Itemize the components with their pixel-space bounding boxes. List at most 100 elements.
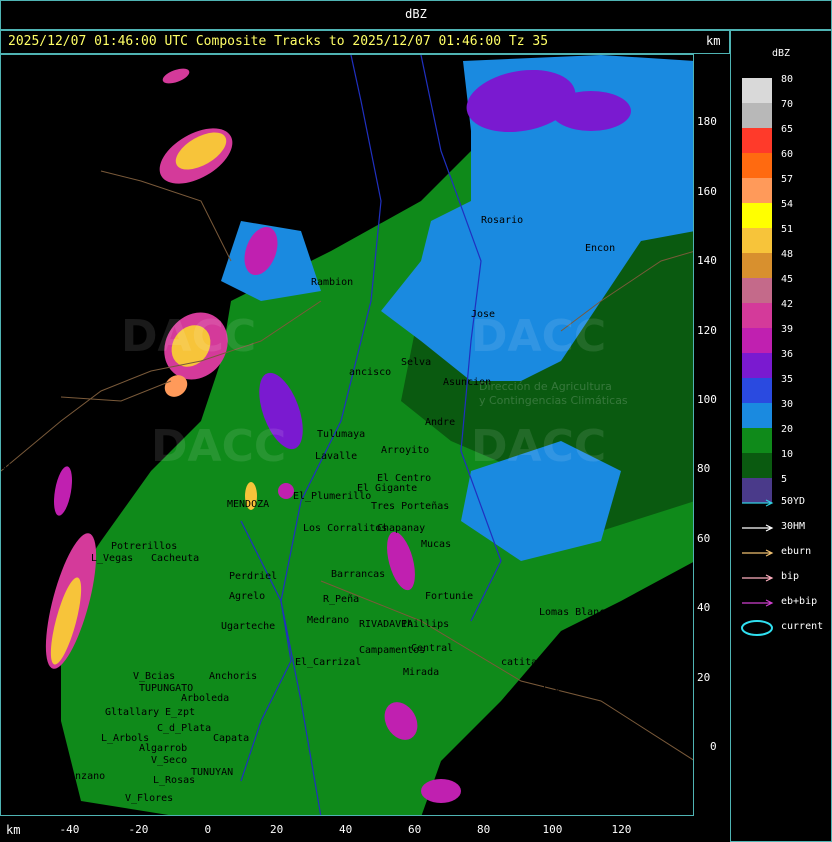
place-label: Rambion <box>311 277 353 288</box>
place-label: Selva <box>401 357 431 368</box>
legend-swatch <box>742 403 772 428</box>
place-label: R_Peña <box>323 594 359 605</box>
legend-swatch <box>742 378 772 403</box>
legend-swatch-label: 70 <box>781 99 794 110</box>
legend-title: dBZ <box>771 48 791 59</box>
place-label: Barrancas <box>331 569 385 580</box>
place-label: V_Bcias <box>133 671 175 682</box>
legend-swatch-label: 60 <box>781 149 794 160</box>
y-axis-unit: km <box>706 34 721 48</box>
watermark-text: DACC <box>151 421 286 472</box>
watermark-text: DACC <box>471 311 606 362</box>
place-label: Mirada <box>403 667 439 678</box>
x-tick-label: 20 <box>270 823 284 836</box>
place-label: Potrerillos <box>111 541 177 552</box>
legend-current-label: current <box>781 621 824 632</box>
place-label: Uspallata <box>41 387 95 398</box>
place-label: Anchoris <box>209 671 257 682</box>
y-tick-label: 40 <box>697 601 711 615</box>
y-tick-label: 140 <box>697 254 717 268</box>
place-label: C_d_Plata <box>157 723 211 734</box>
legend-swatch-label: 57 <box>781 174 794 185</box>
legend-swatch-label: 45 <box>781 274 794 285</box>
legend-swatch <box>742 303 772 328</box>
place-label: L_Paz <box>669 723 694 734</box>
place-label: El_Plumerillo <box>293 491 371 502</box>
top-label: dBZ <box>405 7 427 21</box>
legend-swatch-label: 5 <box>781 474 788 485</box>
place-label: Gltallary <box>105 707 159 718</box>
place-label: Cacheuta <box>151 553 199 564</box>
place-label: Lavalle <box>315 451 357 462</box>
place-label: Algarrob <box>139 743 187 754</box>
road <box>100 170 232 262</box>
legend-track-label: bip <box>781 571 800 582</box>
place-label: Tres Porteñas <box>371 501 449 512</box>
place-label: Capata <box>213 733 249 744</box>
legend-swatch <box>742 128 772 153</box>
legend-swatch-label: 51 <box>781 224 794 235</box>
legend-swatch-label: 39 <box>781 324 794 335</box>
legend-swatch-label: 54 <box>781 199 794 210</box>
legend-swatch <box>742 228 772 253</box>
place-label: Mucas <box>421 539 451 550</box>
place-label: Rosario <box>481 215 523 226</box>
legend-swatch <box>742 328 772 353</box>
radar-map[interactable]: Uspallata C_Chilenos aredas Rambion Selva anc… <box>0 54 694 816</box>
y-tick-label: 100 <box>697 393 717 406</box>
legend-swatch-label: 10 <box>781 449 794 460</box>
echo-region-39dbz <box>421 779 461 803</box>
place-label: catitas <box>501 657 543 668</box>
x-tick-label: 60 <box>408 823 422 836</box>
legend-swatch <box>742 203 772 228</box>
echo-region-39dbz <box>278 483 294 499</box>
place-label: aredas <box>1 461 37 472</box>
place-label: Encon <box>585 243 615 254</box>
place-label: Ugarteche <box>221 621 275 632</box>
y-tick-label: 80 <box>697 462 711 476</box>
place-label: V_Flores <box>125 793 173 804</box>
place-label: E_zpt <box>165 707 195 718</box>
watermark-subtitle: Dirección de Agricultura <box>479 380 612 393</box>
place-label: Phillips <box>401 619 449 630</box>
legend-swatch <box>742 253 772 278</box>
legend-swatch-label: 48 <box>781 249 794 260</box>
place-label: Tulumaya <box>317 429 365 440</box>
legend-track-label: 30HM <box>781 521 806 532</box>
y-tick-label: 160 <box>697 184 717 198</box>
place-label: Arboleda <box>181 693 229 704</box>
legend-swatch-label: 30 <box>781 399 794 410</box>
place-label: Perdriel <box>229 571 277 582</box>
place-label: Andre <box>425 417 455 428</box>
watermark-text: DACC <box>121 311 256 362</box>
y-tick-label: 180 <box>697 115 717 129</box>
legend-track-label: eburn <box>781 546 812 557</box>
watermark-text: DACC <box>471 421 606 472</box>
legend-swatch-label: 65 <box>781 124 794 135</box>
place-label: Arroyito <box>381 445 429 456</box>
echo-region-42dbz <box>162 68 190 84</box>
watermark-subtitle: y Contingencias Climáticas <box>479 394 628 407</box>
place-label: Agrelo <box>229 591 265 602</box>
legend-swatch <box>742 78 772 103</box>
place-label: L_Dormida <box>543 683 597 694</box>
place-label: V_Seco <box>151 755 187 766</box>
legend-swatch-label: 35 <box>781 374 794 385</box>
x-tick-label: -40 <box>59 823 80 836</box>
legend-swatch <box>742 278 772 303</box>
place-label: Los Corralitos <box>303 523 387 534</box>
place-label: TUNUYAN <box>191 767 233 778</box>
place-label: ancisco <box>349 367 391 378</box>
legend-swatch <box>742 353 772 378</box>
y-tick-label: 0 <box>710 740 717 753</box>
map-title: 2025/12/07 01:46:00 UTC Composite Tracks… <box>8 34 549 49</box>
legend-swatch <box>742 178 772 203</box>
legend-track-label: 50YD <box>781 496 806 507</box>
legend-swatch <box>742 478 772 503</box>
place-label: MENDOZA <box>227 499 269 510</box>
place-label: Fortunie <box>425 591 473 602</box>
place-label: L_Rosas <box>153 775 195 786</box>
legend-swatch-label: 80 <box>781 74 794 85</box>
place-label: Lomas Blancas <box>539 607 617 618</box>
legend-swatch-label: 36 <box>781 349 794 360</box>
